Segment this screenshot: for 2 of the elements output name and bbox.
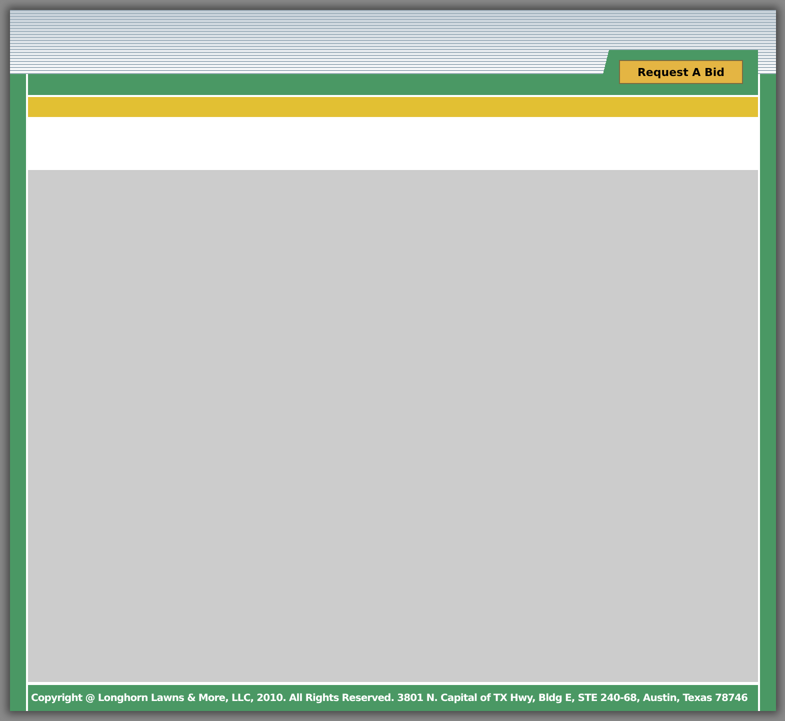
copyright-text: Copyright @ Longhorn Lawns & More, LLC, 2010. All Rights Reserved. 3801 N. Capital of TX Hwy, Bldg E, STE 240-68, Austin, Texas 78746 <box>31 692 748 704</box>
request-bid-button[interactable]: Request A Bid <box>619 60 743 84</box>
